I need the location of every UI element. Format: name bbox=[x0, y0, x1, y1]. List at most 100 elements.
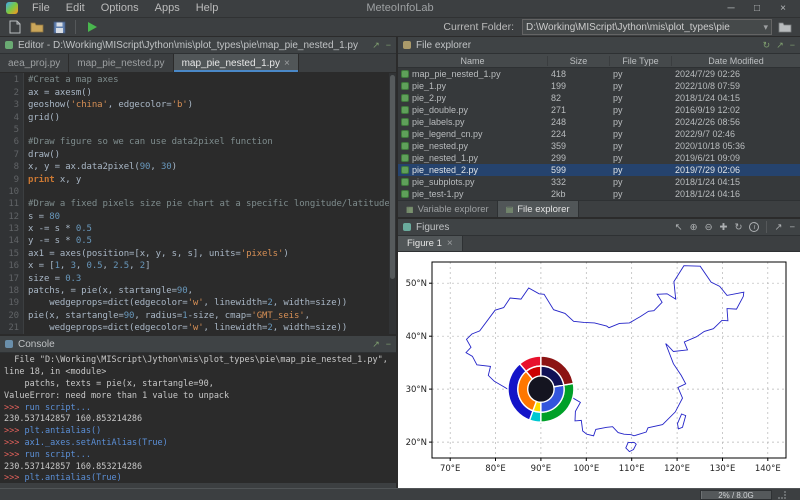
editor-panel-title: Editor - D:\Working\MIScript\Jython\mis\… bbox=[18, 40, 358, 51]
editor-tab-map_pie_nested.py[interactable]: map_pie_nested.py bbox=[69, 54, 173, 72]
table-row-map_pie_nested_1.py[interactable]: map_pie_nested_1.py418py2024/7/29 02:26 bbox=[398, 68, 800, 80]
pan-icon[interactable]: ✚ bbox=[720, 222, 728, 233]
current-folder-combobox[interactable]: D:\Working\MIScript\Jython\mis\plot_type… bbox=[522, 19, 772, 35]
figures-panel-icon bbox=[403, 223, 411, 231]
tab-file-explorer[interactable]: ▤File explorer bbox=[498, 201, 579, 217]
identify-info-icon[interactable]: i bbox=[749, 222, 759, 232]
tab-variable-explorer[interactable]: ▦Variable explorer bbox=[398, 201, 498, 217]
table-row-pie_nested_1.py[interactable]: pie_nested_1.py299py2019/6/21 09:09 bbox=[398, 152, 800, 164]
close-tab-icon[interactable]: × bbox=[284, 58, 290, 69]
code-line: patchs, = pie(x, startangle=90, bbox=[28, 285, 396, 297]
column-header-size[interactable]: Size bbox=[548, 56, 610, 66]
file-size: 82 bbox=[548, 93, 610, 103]
console-line: >>> plt.antialias() bbox=[4, 426, 396, 438]
menu-item-file[interactable]: File bbox=[24, 0, 58, 16]
code-line bbox=[28, 124, 396, 136]
console-panel: Console ↗ − File "D:\Working\MIScript\Jy… bbox=[0, 336, 396, 483]
column-header-name[interactable]: Name bbox=[398, 56, 548, 66]
code-line: x, y = ax.data2pixel(90, 30) bbox=[28, 161, 396, 173]
select-cursor-icon[interactable]: ↖ bbox=[675, 222, 683, 233]
zoom-out-icon[interactable]: ⊖ bbox=[705, 222, 713, 233]
file-date: 2019/7/29 02:06 bbox=[672, 165, 800, 175]
code-line: wedgeprops=dict(edgecolor='w', linewidth… bbox=[28, 322, 396, 334]
menu-item-options[interactable]: Options bbox=[93, 0, 147, 16]
code-line: size = 0.3 bbox=[28, 273, 396, 285]
file-size: 418 bbox=[548, 69, 610, 79]
file-date: 2020/10/18 05:36 bbox=[672, 141, 800, 151]
editor-tab-map_pie_nested_1.py[interactable]: map_pie_nested_1.py× bbox=[174, 54, 299, 72]
code-line: #Creat a map axes bbox=[28, 74, 396, 86]
rotate-icon[interactable]: ↻ bbox=[735, 222, 743, 233]
collapse-panel-icon[interactable]: − bbox=[386, 40, 391, 51]
svg-text:20°N: 20°N bbox=[406, 438, 427, 448]
float-panel-icon[interactable]: ↗ bbox=[372, 339, 380, 350]
line-number: 5 bbox=[0, 124, 19, 136]
file-name: pie_nested_1.py bbox=[412, 153, 478, 163]
line-number: 4 bbox=[0, 112, 19, 124]
maximize-button[interactable]: □ bbox=[744, 3, 770, 14]
save-button[interactable] bbox=[50, 18, 68, 36]
browse-folder-button[interactable] bbox=[776, 18, 794, 36]
figure-tab[interactable]: Figure 1 × bbox=[398, 236, 463, 251]
new-file-button[interactable] bbox=[6, 18, 24, 36]
svg-text:120°E: 120°E bbox=[664, 464, 690, 474]
file-type: py bbox=[610, 153, 672, 163]
collapse-panel-icon[interactable]: − bbox=[790, 40, 795, 51]
collapse-panel-icon[interactable]: − bbox=[386, 339, 391, 350]
line-number: 3 bbox=[0, 99, 19, 111]
menu-item-apps[interactable]: Apps bbox=[147, 0, 188, 16]
file-date: 2018/1/24 04:16 bbox=[672, 189, 800, 199]
column-header-file-type[interactable]: File Type bbox=[610, 56, 672, 66]
console-line: >>> run script... bbox=[4, 403, 396, 415]
line-number: 20 bbox=[0, 310, 19, 322]
table-row-pie_labels.py[interactable]: pie_labels.py248py2024/2/26 08:56 bbox=[398, 116, 800, 128]
table-row-pie_test-1.py[interactable]: pie_test-1.py2kbpy2018/1/24 04:16 bbox=[398, 188, 800, 200]
file-name: pie_nested_2.py bbox=[412, 165, 478, 175]
run-script-button[interactable] bbox=[83, 18, 101, 36]
minimize-button[interactable]: ─ bbox=[718, 3, 744, 14]
close-button[interactable]: × bbox=[770, 3, 796, 14]
table-row-pie_legend_cn.py[interactable]: pie_legend_cn.py224py2022/9/7 02:46 bbox=[398, 128, 800, 140]
menu-item-help[interactable]: Help bbox=[188, 0, 227, 16]
open-file-button[interactable] bbox=[28, 18, 46, 36]
console-line: >>> ax1._axes.setAntiAlias(True) bbox=[4, 438, 396, 450]
close-tab-icon[interactable]: × bbox=[447, 238, 453, 249]
table-row-pie_nested.py[interactable]: pie_nested.py359py2020/10/18 05:36 bbox=[398, 140, 800, 152]
column-header-date-modified[interactable]: Date Modified bbox=[672, 56, 800, 66]
py-file-icon bbox=[401, 190, 409, 198]
resize-grip[interactable] bbox=[778, 491, 786, 499]
table-row-pie_subplots.py[interactable]: pie_subplots.py332py2018/1/24 04:15 bbox=[398, 176, 800, 188]
memory-indicator[interactable]: 2% / 8.0G bbox=[700, 490, 772, 500]
float-panel-icon[interactable]: ↗ bbox=[776, 40, 784, 51]
svg-text:30°N: 30°N bbox=[406, 385, 427, 395]
table-row-pie_2.py[interactable]: pie_2.py82py2018/1/24 04:15 bbox=[398, 92, 800, 104]
file-type: py bbox=[610, 81, 672, 91]
line-number: 12 bbox=[0, 211, 19, 223]
chevron-down-icon[interactable]: ▾ bbox=[760, 22, 768, 33]
console-line: 230.537142857 160.853214286 bbox=[4, 414, 396, 426]
figure-canvas[interactable]: 70°E80°E90°E100°E110°E120°E130°E140°E20°… bbox=[398, 252, 800, 488]
py-file-icon bbox=[401, 178, 409, 186]
code-editor[interactable]: 123456789101112131415161718192021 #Creat… bbox=[0, 73, 396, 334]
code-line: #Draw figure so we can use data2pixel fu… bbox=[28, 136, 396, 148]
console-output[interactable]: File "D:\Working\MIScript\Jython\mis\plo… bbox=[0, 353, 396, 483]
editor-scrollbar[interactable] bbox=[389, 73, 396, 334]
file-size: 332 bbox=[548, 177, 610, 187]
line-number-gutter: 123456789101112131415161718192021 bbox=[0, 73, 24, 334]
code-line: geoshow('china', edgecolor='b') bbox=[28, 99, 396, 111]
menu-item-edit[interactable]: Edit bbox=[58, 0, 93, 16]
figures-panel: Figures ↖ ⊕ ⊖ ✚ ↻ i ↗ − Figu bbox=[398, 219, 800, 488]
collapse-panel-icon[interactable]: − bbox=[789, 222, 795, 233]
refresh-icon[interactable]: ↻ bbox=[763, 40, 771, 51]
code-line: print x, y bbox=[28, 174, 396, 186]
zoom-in-icon[interactable]: ⊕ bbox=[690, 222, 698, 233]
code-line: pie(x, startangle=90, radius=1-size, cma… bbox=[28, 310, 396, 322]
float-panel-icon[interactable]: ↗ bbox=[372, 40, 380, 51]
svg-text:70°E: 70°E bbox=[440, 464, 460, 474]
table-row-pie_1.py[interactable]: pie_1.py199py2022/10/8 07:59 bbox=[398, 80, 800, 92]
float-panel-icon[interactable]: ↗ bbox=[774, 222, 782, 233]
editor-tab-aea_proj.py[interactable]: aea_proj.py bbox=[0, 54, 69, 72]
table-row-pie_double.py[interactable]: pie_double.py271py2016/9/19 12:02 bbox=[398, 104, 800, 116]
table-row-pie_nested_2.py[interactable]: pie_nested_2.py599py2019/7/29 02:06 bbox=[398, 164, 800, 176]
svg-text:50°N: 50°N bbox=[406, 280, 427, 290]
